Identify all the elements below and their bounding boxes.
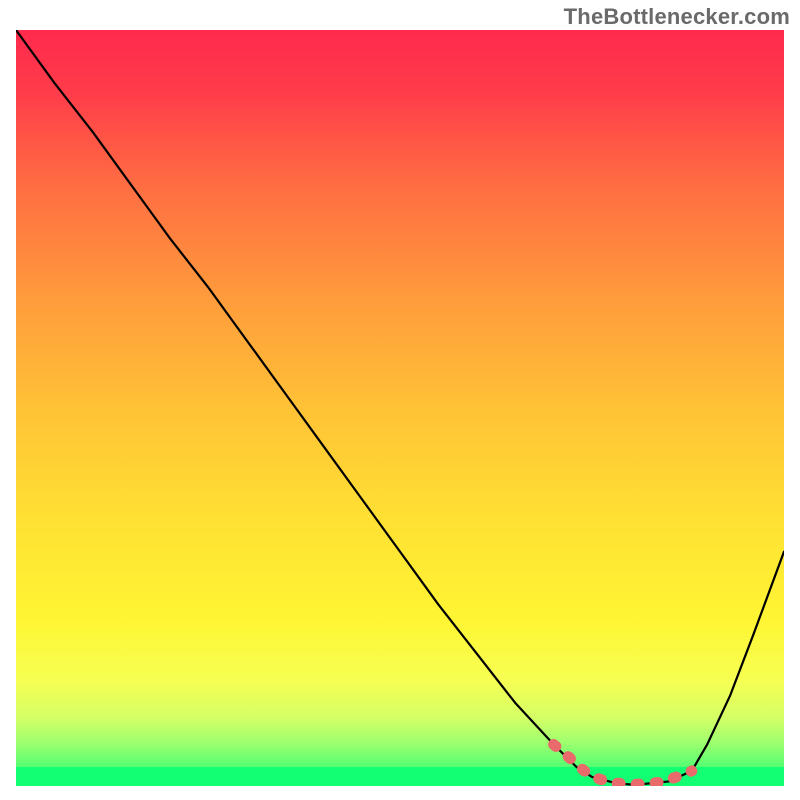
chart-canvas: TheBottlenecker.com [0,0,800,800]
watermark-text: TheBottlenecker.com [564,4,790,30]
plot-svg [16,30,784,786]
bottleneck-plot [16,30,784,786]
gradient-background [16,30,784,786]
